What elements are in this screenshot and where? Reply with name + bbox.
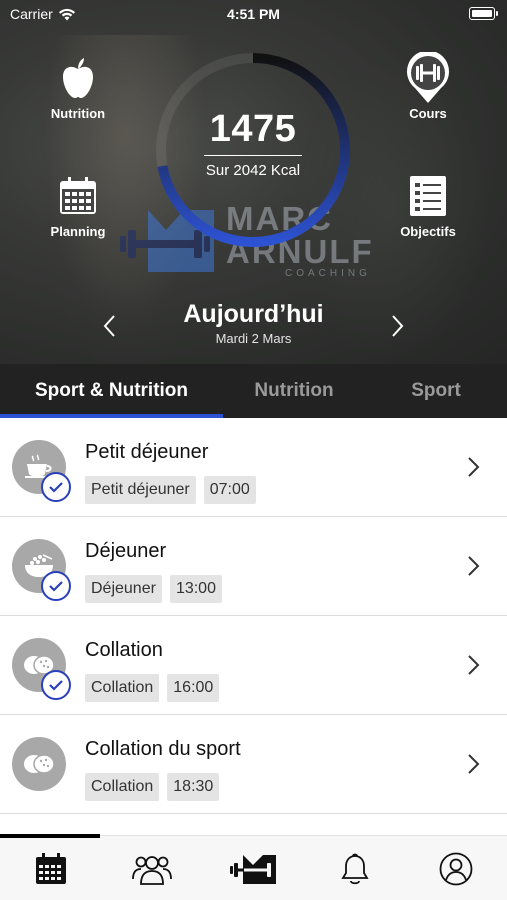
meal-tags: Collation 16:00 (85, 674, 220, 702)
calendar-icon (35, 852, 66, 884)
done-check-icon (41, 472, 71, 502)
meal-tags: Petit déjeuner 07:00 (85, 476, 256, 504)
list-item[interactable]: Déjeuner Déjeuner 13:00 (0, 517, 507, 616)
tab-sport-nutrition[interactable]: Sport & Nutrition (0, 364, 223, 418)
bell-icon (341, 853, 369, 884)
hero-header: Carrier 4:51 PM Nutrition Planning Cours… (0, 0, 507, 364)
tab-sport[interactable]: Sport (365, 364, 507, 418)
profile-icon (439, 852, 473, 885)
status-bar: Carrier 4:51 PM (0, 0, 507, 28)
meal-title: Petit déjeuner (85, 441, 209, 463)
brand-logo-icon (230, 854, 277, 884)
clock: 4:51 PM (227, 6, 280, 22)
meal-title: Déjeuner (85, 540, 167, 562)
meal-tag: Petit déjeuner (85, 476, 196, 504)
list-item[interactable]: Petit déjeuner Petit déjeuner 07:00 (0, 418, 507, 517)
cours-shortcut[interactable]: Cours (378, 52, 478, 121)
meal-tag: Déjeuner (85, 575, 162, 603)
meal-time: 16:00 (167, 674, 220, 702)
next-day-button[interactable] (387, 314, 407, 338)
checklist-icon (410, 176, 446, 216)
calorie-goal: Sur 2042 Kcal (205, 162, 301, 179)
day-date: Mardi 2 Mars (215, 331, 292, 346)
meal-title: Collation (85, 639, 163, 661)
nav-profile[interactable] (406, 836, 507, 900)
nutrition-shortcut[interactable]: Nutrition (28, 56, 128, 121)
chevron-right-icon (468, 556, 480, 576)
group-icon (132, 855, 172, 885)
meal-tag: Collation (85, 773, 160, 801)
planning-shortcut[interactable]: Planning (28, 174, 128, 239)
nutrition-label: Nutrition (50, 106, 106, 121)
meal-title: Collation du sport (85, 738, 241, 760)
tab-nutrition[interactable]: Nutrition (223, 364, 365, 418)
chevron-right-icon (468, 655, 480, 675)
bottom-navigation (0, 834, 507, 900)
chevron-right-icon (468, 754, 480, 774)
scroll-indicator (0, 834, 100, 838)
list-item[interactable]: Collation Collation 16:00 (0, 616, 507, 715)
day-navigator: Aujourd’hui Mardi 2 Mars (0, 300, 507, 346)
meal-list: Petit déjeuner Petit déjeuner 07:00 Déje… (0, 418, 507, 814)
meal-tag: Collation (85, 674, 160, 702)
calorie-value: 1475 (209, 108, 297, 150)
planning-label: Planning (50, 224, 106, 239)
previous-day-button[interactable] (100, 314, 120, 338)
meal-time: 18:30 (167, 773, 220, 801)
day-title: Aujourd’hui (183, 300, 324, 328)
brand-line3: COACHING (285, 268, 371, 279)
list-item[interactable]: Collation du sport Collation 18:30 (0, 715, 507, 814)
nav-community[interactable] (101, 836, 202, 900)
biscuits-icon (24, 754, 55, 774)
meal-time: 07:00 (203, 476, 256, 504)
chevron-right-icon (468, 457, 480, 477)
calendar-icon (60, 177, 96, 214)
done-check-icon (41, 670, 71, 700)
nav-notifications[interactable] (304, 836, 405, 900)
meal-avatar (12, 737, 66, 791)
battery-icon (469, 7, 498, 20)
tab-bar: Sport & Nutrition Nutrition Sport (0, 364, 507, 418)
meal-time: 13:00 (169, 575, 222, 603)
dumbbell-pin-icon (407, 52, 449, 103)
cours-label: Cours (409, 106, 447, 121)
calorie-divider (204, 155, 302, 156)
calorie-summary: 1475 Sur 2042 Kcal (153, 108, 353, 179)
nav-home[interactable] (203, 836, 304, 900)
apple-icon (63, 58, 93, 98)
nav-calendar[interactable] (0, 836, 101, 900)
meal-tags: Collation 18:30 (85, 773, 220, 801)
done-check-icon (41, 571, 71, 601)
meal-tags: Déjeuner 13:00 (85, 575, 222, 603)
